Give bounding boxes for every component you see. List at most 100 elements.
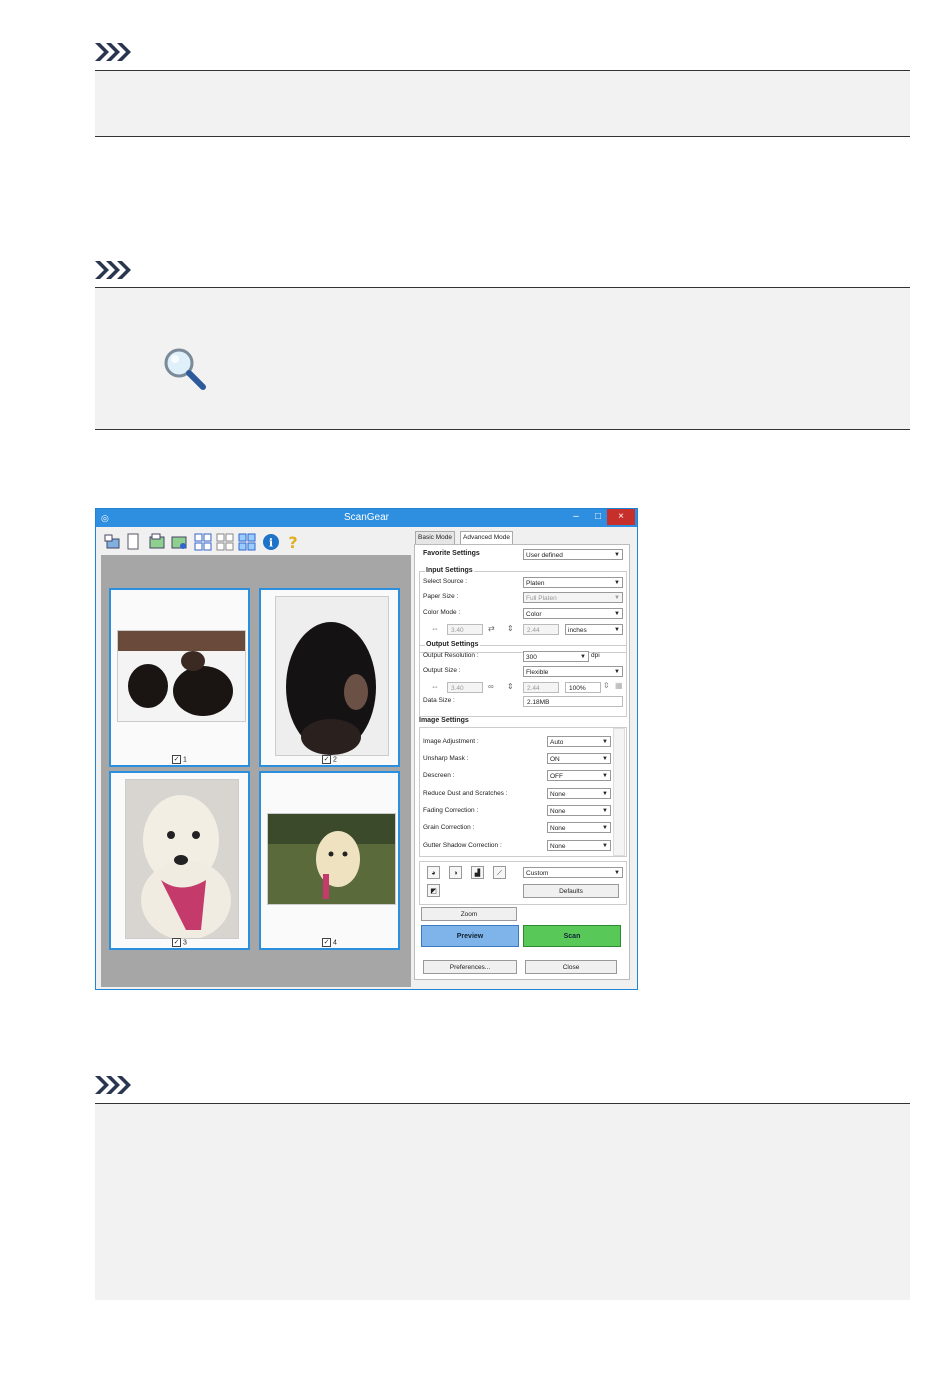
brightness-icon[interactable]: ◑ (449, 866, 462, 879)
chevron-down-icon: ▼ (614, 627, 620, 633)
spinner-icon[interactable]: ⇳ (603, 681, 610, 690)
thumbnail-image (117, 630, 246, 722)
note-box (95, 287, 910, 430)
deselect-all-icon[interactable] (216, 533, 234, 551)
zoom-button[interactable]: Zoom (421, 907, 517, 921)
chevron-down-icon: ▼ (614, 580, 620, 586)
size-options-icon[interactable]: ▦ (615, 681, 623, 690)
preferences-button[interactable]: Preferences... (423, 960, 517, 974)
histogram-icon[interactable]: ▟ (471, 866, 484, 879)
multi-crop-icon[interactable] (238, 533, 256, 551)
chevron-down-icon: ▼ (614, 611, 620, 617)
height-icon: ⇕ (507, 682, 514, 691)
thumbnail-3[interactable]: ✓ 3 (109, 771, 250, 950)
help-icon[interactable]: ? (284, 533, 302, 551)
thumbnail-2[interactable]: ✓ 2 (259, 588, 400, 767)
paper-size-select[interactable]: Full Platen ▼ (523, 592, 623, 603)
svg-text:i: i (269, 537, 273, 550)
tone-curve-icon[interactable]: ⟋ (493, 866, 506, 879)
thumbnail-image (267, 813, 396, 905)
image-adjustment-select[interactable]: Auto ▼ (547, 736, 611, 747)
thumbnail-caption: ✓ 2 (322, 755, 337, 764)
thumbnail-checkbox[interactable]: ✓ (172, 938, 182, 947)
chevron-down-icon: ▼ (602, 825, 608, 831)
note-box (95, 1103, 910, 1300)
scan-button[interactable]: Scan (523, 925, 621, 947)
output-resolution-select[interactable]: 300 ▼ (523, 651, 589, 662)
settings-panel: Basic Mode Advanced Mode Favorite Settin… (414, 531, 630, 987)
color-mode-select[interactable]: Color ▼ (523, 608, 623, 619)
output-size-select[interactable]: Flexible ▼ (523, 666, 623, 677)
chevron-down-icon: ▼ (602, 739, 608, 745)
grain-correction-select[interactable]: None ▼ (547, 822, 611, 833)
minimize-button[interactable]: – (565, 509, 587, 525)
thumbnail-1[interactable]: ✓ 1 (109, 588, 250, 767)
reduce-dust-label: Reduce Dust and Scratches : (423, 790, 508, 797)
gutter-shadow-select[interactable]: None ▼ (547, 840, 611, 851)
close-window-button[interactable]: × (607, 509, 635, 525)
descreen-label: Descreen : (423, 772, 455, 779)
unsharp-mask-label: Unsharp Mask : (423, 755, 469, 762)
chevron-down-icon: ▼ (602, 808, 608, 814)
favorite-settings-select[interactable]: User defined ▼ (523, 549, 623, 560)
unsharp-mask-select[interactable]: ON ▼ (547, 753, 611, 764)
advanced-mode-panel: Favorite Settings User defined ▼ Input Se… (414, 544, 630, 980)
chevron-down-icon: ▼ (602, 773, 608, 779)
maximize-button[interactable]: □ (587, 509, 609, 525)
svg-text:?: ? (288, 533, 297, 551)
crop-icon[interactable] (148, 533, 166, 551)
reduce-dust-select[interactable]: None ▼ (547, 788, 611, 799)
thumbnail-checkbox[interactable]: ✓ (172, 755, 182, 764)
input-height-field[interactable]: 2.44 (523, 624, 559, 635)
scale-field[interactable]: 100% (565, 682, 601, 693)
gutter-shadow-label: Gutter Shadow Correction : (423, 842, 502, 849)
select-all-icon[interactable] (194, 533, 212, 551)
tone-preset-select[interactable]: Custom ▼ (523, 867, 623, 878)
thumbnail-image (125, 779, 239, 939)
unit-select[interactable]: inches ▼ (565, 624, 623, 635)
title-bar: ◎ ScanGear – □ × (96, 509, 637, 527)
clear-icon[interactable] (124, 533, 142, 551)
output-size-label: Output Size : (423, 667, 461, 674)
output-height-field[interactable]: 2.44 (523, 682, 559, 693)
tab-advanced-mode[interactable]: Advanced Mode (460, 531, 513, 545)
chevron-down-icon: ▼ (580, 654, 586, 660)
thumbnail-checkbox[interactable]: ✓ (322, 938, 332, 947)
paper-size-label: Paper Size : (423, 593, 459, 600)
data-size-label: Data Size : (423, 697, 455, 704)
thumbnail-checkbox[interactable]: ✓ (322, 755, 332, 764)
info-icon[interactable]: i (262, 533, 280, 551)
toolbar: i ? (102, 531, 402, 553)
link-icon[interactable]: ∞ (488, 682, 494, 691)
defaults-button[interactable]: Defaults (523, 884, 619, 898)
note-icon (95, 43, 131, 61)
input-width-field[interactable]: 3.40 (447, 624, 483, 635)
fading-correction-select[interactable]: None ▼ (547, 805, 611, 816)
auto-crop-icon[interactable] (170, 533, 188, 551)
select-source-label: Select Source : (423, 578, 468, 585)
image-settings-scrollbar[interactable] (613, 728, 625, 856)
select-source-select[interactable]: Platen ▼ (523, 577, 623, 588)
threshold-icon[interactable]: ◩ (427, 884, 440, 897)
rotate-left-icon[interactable] (104, 533, 122, 551)
output-width-field[interactable]: 3.40 (447, 682, 483, 693)
favorite-settings-label: Favorite Settings (423, 550, 480, 557)
color-mode-label: Color Mode : (423, 609, 461, 616)
preview-button[interactable]: Preview (421, 925, 519, 947)
tab-basic-mode[interactable]: Basic Mode (415, 531, 455, 545)
thumbnail-4[interactable]: ✓ 4 (259, 771, 400, 950)
descreen-select[interactable]: OFF ▼ (547, 770, 611, 781)
close-button[interactable]: Close (525, 960, 617, 974)
image-settings-title: Image Settings (419, 717, 469, 724)
chevron-down-icon: ▼ (614, 669, 620, 675)
note-box (95, 70, 910, 137)
scangear-window: ◎ ScanGear – □ × i ? ✓ 1 ✓ 2 ✓ 3 ✓ 4 Bas… (95, 508, 638, 990)
swap-icon[interactable]: ⇄ (488, 624, 495, 633)
color-adjust-icon[interactable]: ◕ (427, 866, 440, 879)
chevron-down-icon: ▼ (602, 843, 608, 849)
grain-correction-label: Grain Correction : (423, 824, 475, 831)
input-settings-title: Input Settings (425, 567, 474, 574)
thumbnail-caption: ✓ 3 (172, 938, 187, 947)
chevron-down-icon: ▼ (614, 870, 620, 876)
width-icon: ⇔ (431, 624, 439, 633)
